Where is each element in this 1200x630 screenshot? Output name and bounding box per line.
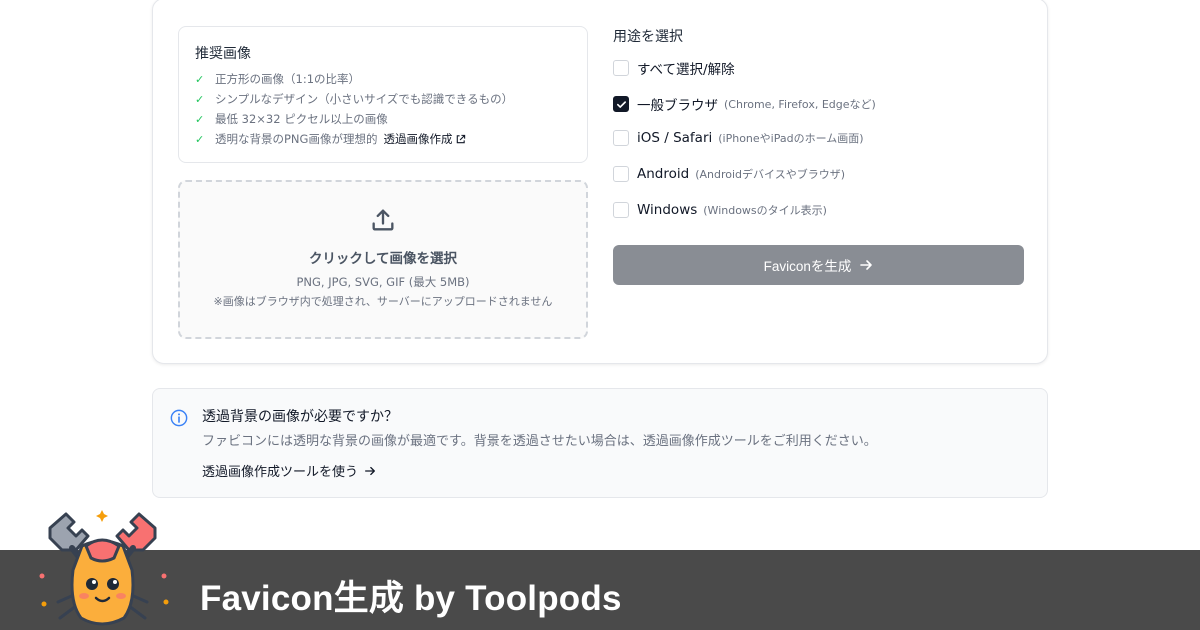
arrow-right-icon — [365, 466, 375, 475]
option-description: (Chrome, Firefox, Edgeなど) — [724, 98, 876, 111]
recommended-list: ✓ 正方形の画像（1:1の比率） ✓ シンプルなデザイン（小さいサイズでも認識で… — [195, 69, 513, 149]
option-description: (Windowsのタイル表示) — [703, 204, 827, 217]
option-description: (Androidデバイスやブラウザ) — [695, 168, 845, 181]
info-icon — [170, 409, 188, 427]
arrow-right-icon — [860, 260, 873, 270]
list-item: ✓ 透明な背景のPNG画像が理想的 透過画像作成 — [195, 129, 513, 149]
option-label: Windows — [637, 202, 698, 218]
option-ios-safari[interactable]: iOS / Safari (iPhoneやiPadのホーム画面) — [613, 130, 864, 146]
windows-checkbox[interactable] — [613, 202, 629, 218]
list-item: ✓ 正方形の画像（1:1の比率） — [195, 69, 513, 89]
info-title: 透過背景の画像が必要ですか？ — [202, 409, 398, 425]
option-label: Android — [637, 166, 690, 182]
general-browser-checkbox[interactable] — [613, 96, 629, 112]
android-checkbox[interactable] — [613, 166, 629, 182]
crab-mascot-logo — [39, 510, 169, 626]
transparent-tool-link[interactable]: 透過画像作成ツールを使う — [202, 461, 376, 480]
list-item: ✓ シンプルなデザイン（小さいサイズでも認識できるもの） — [195, 89, 513, 109]
recommended-item-text: シンプルなデザイン（小さいサイズでも認識できるもの） — [215, 92, 514, 106]
upload-icon — [372, 209, 394, 231]
image-upload-dropzone[interactable]: クリックして画像を選択 PNG, JPG, SVG, GIF (最大 5MB) … — [178, 180, 588, 339]
option-select-all[interactable]: すべて選択/解除 — [613, 58, 735, 78]
option-label: iOS / Safari — [637, 130, 713, 146]
upload-title: クリックして画像を選択 — [308, 251, 458, 267]
favicon-generator-card: 推奨画像 ✓ 正方形の画像（1:1の比率） ✓ シンプルなデザイン（小さいサイズ… — [152, 0, 1048, 364]
external-link-icon — [457, 134, 466, 143]
recommended-item-text: 透明な背景のPNG画像が理想的 — [215, 132, 378, 146]
transparent-image-link-label: 透過画像作成 — [383, 132, 453, 146]
recommended-title: 推奨画像 — [195, 46, 251, 62]
transparent-image-link[interactable]: 透過画像作成 — [383, 131, 466, 147]
option-label: すべて選択/解除 — [637, 62, 735, 78]
check-icon: ✓ — [195, 72, 205, 86]
option-general-browser[interactable]: 一般ブラウザ (Chrome, Firefox, Edgeなど) — [613, 94, 876, 114]
option-description: (iPhoneやiPadのホーム画面) — [718, 132, 864, 145]
transparent-tool-link-label: 透過画像作成ツールを使う — [202, 465, 359, 480]
option-windows[interactable]: Windows (Windowsのタイル表示) — [613, 202, 827, 218]
purpose-title: 用途を選択 — [613, 29, 683, 45]
ios-safari-checkbox[interactable] — [613, 130, 629, 146]
generate-button-label: Faviconを生成 — [763, 259, 852, 274]
recommended-image-box: 推奨画像 ✓ 正方形の画像（1:1の比率） ✓ シンプルなデザイン（小さいサイズ… — [178, 26, 588, 163]
upload-formats: PNG, JPG, SVG, GIF (最大 5MB) — [296, 275, 470, 289]
check-icon: ✓ — [195, 112, 205, 126]
recommended-item-text: 正方形の画像（1:1の比率） — [215, 72, 361, 86]
recommended-item-text: 最低 32×32 ピクセル以上の画像 — [215, 112, 388, 126]
footer-title: Favicon生成 by Toolpods — [200, 579, 622, 618]
list-item: ✓ 最低 32×32 ピクセル以上の画像 — [195, 109, 513, 129]
option-label: 一般ブラウザ — [637, 98, 718, 114]
upload-note: ※画像はブラウザ内で処理され、サーバーにアップロードされません — [213, 295, 553, 308]
check-icon: ✓ — [195, 92, 205, 106]
info-text: ファビコンには透明な背景の画像が最適です。背景を透過させたい場合は、透過画像作成… — [202, 434, 877, 449]
option-android[interactable]: Android (Androidデバイスやブラウザ) — [613, 166, 845, 182]
checkmark-icon — [616, 100, 626, 108]
generate-favicon-button[interactable]: Faviconを生成 — [613, 245, 1024, 285]
select-all-checkbox[interactable] — [613, 60, 629, 76]
check-icon: ✓ — [195, 132, 205, 146]
transparent-background-info: 透過背景の画像が必要ですか？ ファビコンには透明な背景の画像が最適です。背景を透… — [152, 388, 1048, 498]
